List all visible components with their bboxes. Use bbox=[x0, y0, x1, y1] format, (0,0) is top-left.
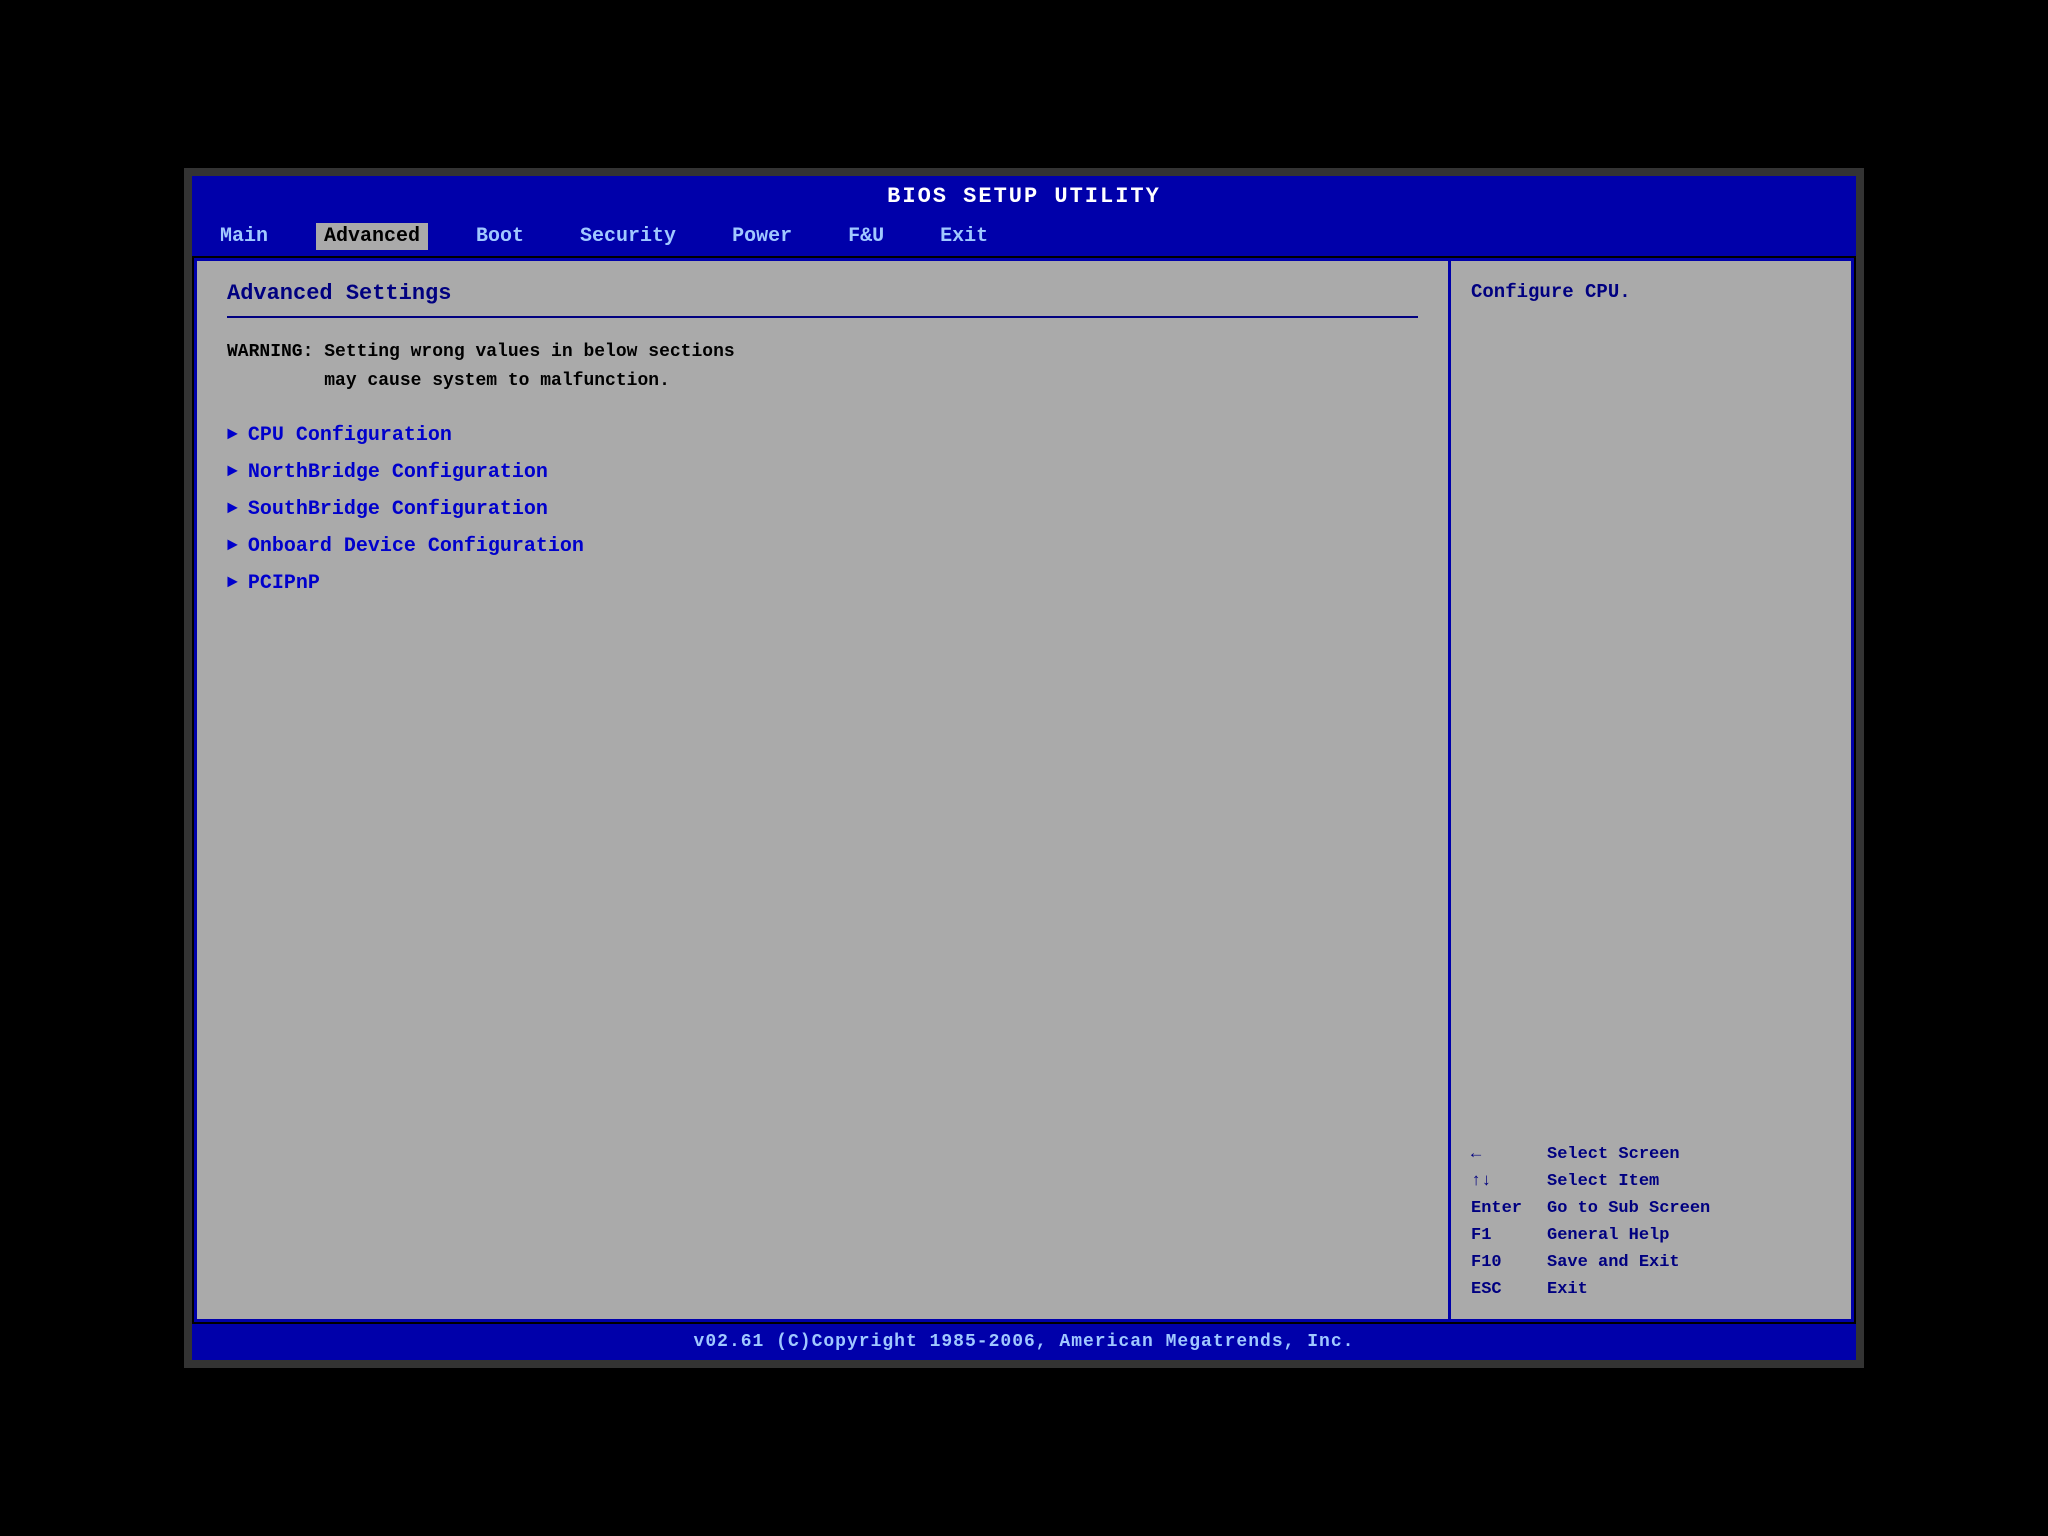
key-enter-label: Enter bbox=[1471, 1199, 1531, 1218]
menu-advanced[interactable]: Advanced bbox=[316, 223, 428, 250]
main-panel: Advanced Settings WARNING: Setting wrong… bbox=[197, 261, 1451, 1319]
key-ud-desc: Select Item bbox=[1547, 1172, 1659, 1191]
divider bbox=[227, 316, 1418, 318]
northbridge-config-label: NorthBridge Configuration bbox=[248, 461, 548, 484]
key-f10-label: F10 bbox=[1471, 1253, 1531, 1272]
key-arrow-label: ← bbox=[1471, 1145, 1531, 1164]
key-f1-label: F1 bbox=[1471, 1226, 1531, 1245]
arrow-icon-pcipnp: ► bbox=[227, 573, 238, 593]
menu-list-item-southbridge[interactable]: ► SouthBridge Configuration bbox=[227, 498, 1418, 521]
key-esc: ESC Exit bbox=[1471, 1280, 1831, 1299]
key-f10-desc: Save and Exit bbox=[1547, 1253, 1680, 1272]
key-f1: F1 General Help bbox=[1471, 1226, 1831, 1245]
key-enter: Enter Go to Sub Screen bbox=[1471, 1199, 1831, 1218]
warning-content: WARNING: Setting wrong values in below s… bbox=[227, 342, 735, 391]
menu-list-item-pcipnp[interactable]: ► PCIPnP bbox=[227, 572, 1418, 595]
arrow-icon-southbridge: ► bbox=[227, 499, 238, 519]
title-text: BIOS SETUP UTILITY bbox=[887, 184, 1161, 209]
key-select-item: ↑↓ Select Item bbox=[1471, 1172, 1831, 1191]
key-legend: ← Select Screen ↑↓ Select Item Enter Go … bbox=[1471, 1145, 1831, 1299]
panel-title: Advanced Settings bbox=[227, 281, 1418, 306]
menu-fu[interactable]: F&U bbox=[840, 223, 892, 250]
key-esc-desc: Exit bbox=[1547, 1280, 1588, 1299]
arrow-icon-northbridge: ► bbox=[227, 462, 238, 482]
help-text: Configure CPU. bbox=[1471, 281, 1831, 303]
title-bar: BIOS SETUP UTILITY bbox=[192, 176, 1856, 217]
pcipnp-label: PCIPnP bbox=[248, 572, 320, 595]
key-select-screen: ← Select Screen bbox=[1471, 1145, 1831, 1164]
menu-exit[interactable]: Exit bbox=[932, 223, 996, 250]
menu-boot[interactable]: Boot bbox=[468, 223, 532, 250]
key-enter-desc: Go to Sub Screen bbox=[1547, 1199, 1710, 1218]
menu-list-item-cpu[interactable]: ► CPU Configuration bbox=[227, 424, 1418, 447]
menu-main[interactable]: Main bbox=[212, 223, 276, 250]
key-f10: F10 Save and Exit bbox=[1471, 1253, 1831, 1272]
bios-screen: BIOS SETUP UTILITY Main Advanced Boot Se… bbox=[184, 168, 1864, 1368]
key-esc-label: ESC bbox=[1471, 1280, 1531, 1299]
arrow-icon-cpu: ► bbox=[227, 425, 238, 445]
content-area: Advanced Settings WARNING: Setting wrong… bbox=[194, 258, 1854, 1322]
menu-list: ► CPU Configuration ► NorthBridge Config… bbox=[227, 424, 1418, 595]
footer-bar: v02.61 (C)Copyright 1985-2006, American … bbox=[192, 1324, 1856, 1360]
key-f1-desc: General Help bbox=[1547, 1226, 1669, 1245]
key-arrow-desc: Select Screen bbox=[1547, 1145, 1680, 1164]
key-ud-label: ↑↓ bbox=[1471, 1172, 1531, 1191]
side-panel: Configure CPU. ← Select Screen ↑↓ Select… bbox=[1451, 261, 1851, 1319]
menu-list-item-onboard[interactable]: ► Onboard Device Configuration bbox=[227, 535, 1418, 558]
menu-bar: Main Advanced Boot Security Power F&U Ex… bbox=[192, 217, 1856, 256]
southbridge-config-label: SouthBridge Configuration bbox=[248, 498, 548, 521]
warning-text: WARNING: Setting wrong values in below s… bbox=[227, 338, 1418, 396]
onboard-config-label: Onboard Device Configuration bbox=[248, 535, 584, 558]
menu-list-item-northbridge[interactable]: ► NorthBridge Configuration bbox=[227, 461, 1418, 484]
menu-security[interactable]: Security bbox=[572, 223, 684, 250]
footer-text: v02.61 (C)Copyright 1985-2006, American … bbox=[694, 1332, 1355, 1352]
menu-power[interactable]: Power bbox=[724, 223, 800, 250]
arrow-icon-onboard: ► bbox=[227, 536, 238, 556]
cpu-config-label: CPU Configuration bbox=[248, 424, 452, 447]
